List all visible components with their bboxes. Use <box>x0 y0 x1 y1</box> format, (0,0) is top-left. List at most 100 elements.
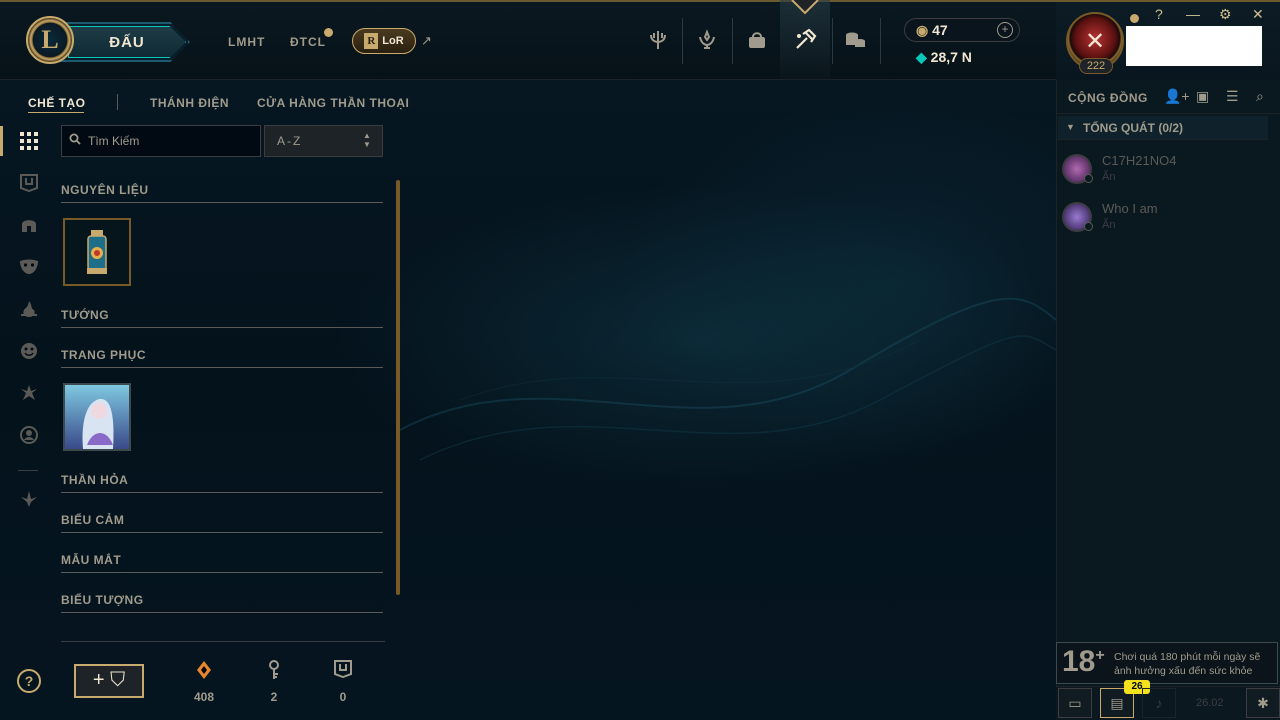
nav-lmht[interactable]: LMHT <box>228 35 265 49</box>
award-icon[interactable] <box>689 22 725 58</box>
loot-scrollbar[interactable] <box>396 180 400 595</box>
category-divider <box>61 532 383 533</box>
category-champions[interactable]: TƯỚNG <box>61 308 109 322</box>
resource-value: 408 <box>193 690 215 704</box>
add-friend-icon[interactable]: 👤+ <box>1164 88 1190 105</box>
coins-stack-icon[interactable] <box>837 22 873 58</box>
age-number: 18 <box>1062 645 1096 678</box>
subnav-separator <box>117 94 118 110</box>
resource-orange-essence: 408 <box>184 660 224 704</box>
list-icon[interactable]: ☰ <box>1226 88 1239 105</box>
age-plus: + <box>1095 647 1105 664</box>
external-link-icon[interactable]: ↗ <box>421 33 432 49</box>
craft-plus: + <box>92 669 105 691</box>
active-tab-underline <box>28 112 84 113</box>
friend-status: Ẩn <box>1102 219 1116 231</box>
rune-icon[interactable] <box>16 486 42 512</box>
sidebar-separator <box>18 470 38 471</box>
category-divider <box>61 367 383 368</box>
category-divider <box>61 327 383 328</box>
craft-chest-button[interactable]: + ⛉ <box>74 664 144 698</box>
lor-logo-icon: R <box>364 33 379 49</box>
top-separator <box>880 18 881 64</box>
lantern-chest-icon <box>65 220 129 284</box>
minimize-button[interactable]: — <box>1186 6 1200 22</box>
status-dot <box>1130 14 1139 23</box>
bug-report-icon[interactable]: ✱ <box>1246 688 1280 718</box>
category-emotes[interactable]: BIỂU CẢM <box>61 513 124 527</box>
category-icons[interactable]: BIỂU TƯỢNG <box>61 593 144 607</box>
search-icon <box>69 133 81 148</box>
friend-name: Who I am <box>1102 201 1158 216</box>
add-folder-icon[interactable]: ▣ <box>1196 88 1209 105</box>
resource-value: 2 <box>270 690 278 704</box>
tab-sanctum[interactable]: THÁNH ĐIỆN <box>150 96 229 110</box>
category-ward-skins[interactable]: THẦN HỎA <box>61 473 128 487</box>
main-background <box>0 80 1056 720</box>
friend-item[interactable]: C17H21NO4 Ẩn <box>1062 152 1262 192</box>
category-divider <box>61 612 383 613</box>
lor-button[interactable]: R LoR <box>352 28 416 54</box>
settings-icon[interactable]: ⚙ <box>1219 6 1232 23</box>
friend-status: Ẩn <box>1102 171 1116 183</box>
loot-item-skin[interactable] <box>63 383 131 451</box>
skin-portrait-icon <box>65 385 129 449</box>
category-materials[interactable]: NGUYÊN LIỆU <box>61 183 149 197</box>
sort-arrows-icon: ▲ ▼ <box>363 131 371 149</box>
voice-icon[interactable]: ♪ <box>1142 688 1176 718</box>
category-divider <box>61 572 383 573</box>
top-separator <box>832 18 833 64</box>
top-separator <box>732 18 733 64</box>
buy-rp-button[interactable]: + <box>997 22 1013 38</box>
chest-icon <box>323 660 363 684</box>
lor-label: LoR <box>382 35 404 47</box>
resource-chest: 0 <box>323 660 363 704</box>
chest-icon: ⛉ <box>110 669 126 691</box>
crafting-hammer-icon[interactable] <box>787 22 823 58</box>
flame-icon[interactable] <box>16 296 42 322</box>
help-button[interactable]: ? <box>17 669 41 693</box>
age-warning-text: Chơi quá 180 phút mỗi ngày sẽ ảnh hưởng … <box>1114 651 1261 677</box>
nav-dtcl[interactable]: ĐTCL <box>290 35 326 49</box>
orange-essence-icon <box>184 660 224 684</box>
helmet-icon[interactable] <box>16 212 42 238</box>
profile-icon[interactable] <box>16 422 42 448</box>
trident-icon[interactable] <box>640 22 676 58</box>
key-fragment-icon <box>254 660 294 684</box>
friend-group-label: TỔNG QUÁT (0/2) <box>1083 121 1184 135</box>
tab-crafting[interactable]: CHẾ TẠO <box>28 96 86 110</box>
sidebar-active-indicator <box>0 126 3 156</box>
tab-mythic-shop[interactable]: CỬA HÀNG THẦN THOẠI <box>257 96 409 110</box>
rp-value: 47 <box>932 22 948 38</box>
offline-status-icon <box>1084 222 1093 231</box>
search-input[interactable] <box>88 132 256 150</box>
caret-down-icon[interactable]: ▼ <box>1066 122 1075 132</box>
be-balance: ◆ 28,7 N <box>916 49 972 66</box>
logo-letter: L <box>41 25 59 54</box>
league-logo[interactable]: L <box>26 16 74 64</box>
help-button[interactable]: ? <box>1155 6 1163 22</box>
search-icon[interactable]: ⌕ <box>1256 88 1264 105</box>
active-tab-caret-icon <box>791 0 819 15</box>
friend-item[interactable]: Who I am Ẩn <box>1062 200 1262 240</box>
chest-icon[interactable] <box>16 170 42 196</box>
friend-name: C17H21NO4 <box>1102 153 1177 168</box>
mask-icon[interactable] <box>16 254 42 280</box>
resource-key-fragment: 2 <box>254 660 294 704</box>
category-ward-patterns[interactable]: MẪU MẮT <box>61 553 121 567</box>
emote-icon[interactable] <box>16 338 42 364</box>
ward-icon[interactable] <box>16 380 42 406</box>
dtcl-notification-dot <box>324 28 333 37</box>
play-button[interactable]: ĐẤU <box>68 26 186 58</box>
grid-icon[interactable] <box>16 128 42 154</box>
chat-icon[interactable]: ▭ <box>1058 688 1092 718</box>
backpack-icon[interactable] <box>739 22 775 58</box>
resource-value: 0 <box>339 690 347 704</box>
summoner-name-redacted[interactable] <box>1126 26 1262 66</box>
category-skins[interactable]: TRANG PHỤC <box>61 348 146 362</box>
loot-item-lantern[interactable] <box>63 218 131 286</box>
sort-value: A-Z <box>277 134 303 148</box>
close-icon[interactable]: ✕ <box>1252 6 1264 23</box>
age-rating: 18+ <box>1062 645 1105 679</box>
client-version: 26.02 <box>1196 697 1224 709</box>
